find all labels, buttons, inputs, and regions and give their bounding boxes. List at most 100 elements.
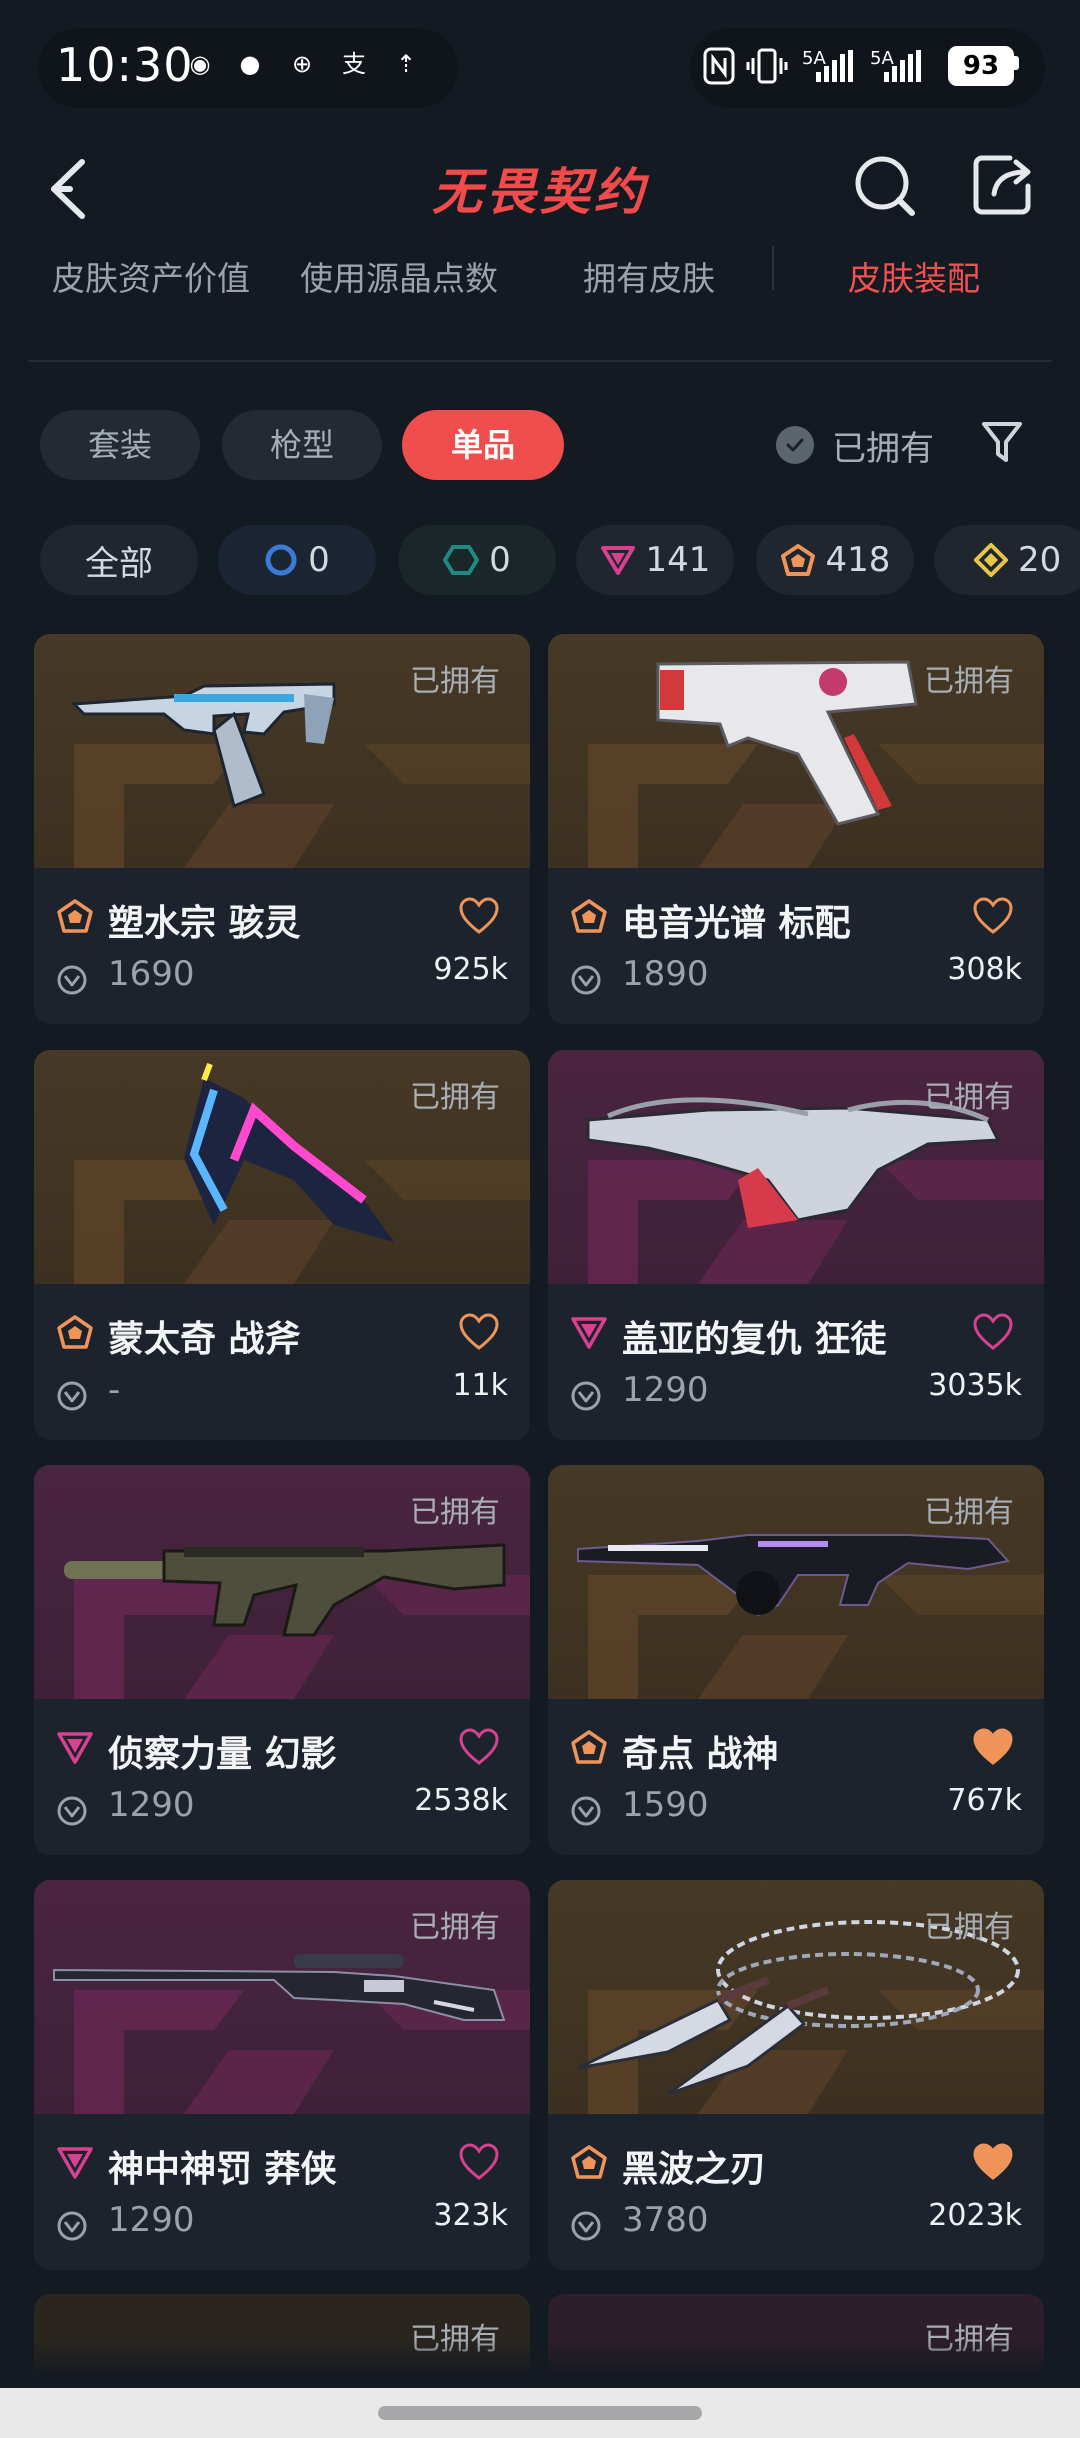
tier-count: 20 <box>1018 540 1062 580</box>
search-icon[interactable] <box>850 150 920 220</box>
skin-name: 黑波之刃 <box>622 2149 767 2190</box>
tier-ultra[interactable]: 20 <box>934 525 1080 595</box>
battery-icon: 93 <box>948 46 1014 86</box>
tier-premium[interactable]: 141 <box>576 525 734 595</box>
tier-count: 0 <box>489 540 511 580</box>
upload-icon: ⇡ <box>395 50 417 78</box>
tab-skin-loadout[interactable]: 皮肤装配 <box>848 252 980 300</box>
tier-count: 0 <box>308 540 330 580</box>
skin-owner-count: 323k <box>433 2198 508 2233</box>
skin-image: 已拥有 <box>548 1880 1044 2114</box>
owned-tag: 已拥有 <box>410 1910 500 1945</box>
skin-price: - <box>108 1370 121 1410</box>
skin-price: 1290 <box>622 1370 709 1410</box>
skin-card[interactable]: 已拥有蒙太奇 战斧 - 11k <box>34 1050 530 1440</box>
skin-card[interactable]: 已拥有侦察力量 幻影 1290 2538k <box>34 1465 530 1855</box>
bank-icon: ⊕ <box>291 50 313 78</box>
alipay-icon: 支 <box>342 50 366 78</box>
skin-image: 已拥有 <box>548 634 1044 868</box>
skin-image: 已拥有 <box>34 634 530 868</box>
nfc-icon <box>703 47 735 85</box>
status-time: 10:30 <box>56 38 194 92</box>
heart-icon[interactable] <box>458 1727 500 1767</box>
exclusive-tier-icon <box>780 544 815 576</box>
owned-toggle[interactable]: 已拥有 <box>776 420 934 470</box>
tier-all-label: 全部 <box>85 543 153 584</box>
home-indicator[interactable] <box>378 2406 702 2420</box>
valorant-points-icon <box>571 965 601 995</box>
share-icon[interactable] <box>968 150 1038 220</box>
skin-price: 3780 <box>622 2200 709 2240</box>
skin-card[interactable]: 已拥有盖亚的复仇 狂徒 1290 3035k <box>548 1050 1044 1440</box>
exclusive-tier-icon <box>571 2145 607 2179</box>
select-tier-icon <box>265 544 297 576</box>
valorant-points-icon <box>57 965 87 995</box>
tab-bar: 皮肤资产价值 使用源晶点数 拥有皮肤 皮肤装配 <box>0 240 1080 310</box>
skin-price: 1590 <box>622 1785 709 1825</box>
exclusive-tier-icon <box>57 1315 93 1349</box>
heart-icon[interactable] <box>972 2142 1014 2182</box>
chip-single-item[interactable]: 单品 <box>402 410 564 480</box>
valorant-points-icon <box>57 1381 87 1411</box>
wechat-icon: ◉ <box>189 50 211 78</box>
skin-price: 1290 <box>108 2200 195 2240</box>
tab-owned-skins[interactable]: 拥有皮肤 <box>583 252 715 300</box>
battery-tip <box>1014 56 1019 70</box>
owned-tag: 已拥有 <box>924 1080 1014 1115</box>
tier-count: 141 <box>645 540 711 580</box>
skin-owner-count: 3035k <box>928 1368 1022 1403</box>
heart-icon[interactable] <box>972 1312 1014 1352</box>
skin-name: 侦察力量 幻影 <box>108 1734 337 1775</box>
chip-weapon-type[interactable]: 枪型 <box>222 410 382 480</box>
skin-price: 1890 <box>622 954 709 994</box>
valorant-points-icon <box>571 1381 601 1411</box>
skin-card[interactable]: 已拥有黑波之刃 3780 2023k <box>548 1880 1044 2270</box>
skin-image: 已拥有 <box>34 1880 530 2114</box>
skin-name: 神中神罚 莽侠 <box>108 2149 337 2190</box>
heart-icon[interactable] <box>458 896 500 936</box>
owned-tag: 已拥有 <box>410 664 500 699</box>
skin-image: 已拥有 <box>34 1050 530 1284</box>
chip-bundle[interactable]: 套装 <box>40 410 200 480</box>
skin-price: 1290 <box>108 1785 195 1825</box>
skin-card[interactable]: 已拥有 电音光谱 标配 1890 308k <box>548 634 1044 1024</box>
skin-image: 已拥有 <box>548 1050 1044 1284</box>
tab-radianite-points[interactable]: 使用源晶点数 <box>300 252 498 300</box>
skin-owner-count: 2023k <box>928 2198 1022 2233</box>
ultra-tier-icon <box>974 543 1008 577</box>
status-bar: 10:30 ◉ ● ⊕ 支 ⇡ 5A 5A 93 <box>0 0 1080 130</box>
skin-card[interactable]: 已拥有 奇点 战神 1590 767k <box>548 1465 1044 1855</box>
tier-deluxe[interactable]: 0 <box>398 525 556 595</box>
premium-tier-icon <box>571 1317 607 1349</box>
deluxe-tier-icon <box>443 545 480 575</box>
divider <box>28 360 1052 362</box>
owned-tag: 已拥有 <box>410 1495 500 1530</box>
tab-skin-asset-value[interactable]: 皮肤资产价值 <box>52 252 250 300</box>
skin-card[interactable]: 已拥有 塑水宗 骇灵 1690 925k <box>34 634 530 1024</box>
heart-icon[interactable] <box>458 1312 500 1352</box>
valorant-points-icon <box>57 2211 87 2241</box>
heart-icon[interactable] <box>972 896 1014 936</box>
skin-owner-count: 2538k <box>414 1783 508 1818</box>
exclusive-tier-icon <box>571 1730 607 1764</box>
exclusive-tier-icon <box>571 899 607 933</box>
funnel-icon[interactable] <box>980 418 1024 468</box>
skin-owner-count: 767k <box>947 1783 1022 1818</box>
skin-image: 已拥有 <box>34 1465 530 1699</box>
owned-tag: 已拥有 <box>924 1495 1014 1530</box>
skin-card[interactable]: 已拥有神中神罚 莽侠 1290 323k <box>34 1880 530 2270</box>
skin-name: 电音光谱 标配 <box>622 903 851 944</box>
owned-tag: 已拥有 <box>924 664 1014 699</box>
owned-tag: 已拥有 <box>924 1910 1014 1945</box>
valorant-points-icon <box>57 1796 87 1826</box>
tier-select[interactable]: 0 <box>218 525 376 595</box>
skin-name: 盖亚的复仇 狂徒 <box>622 1319 887 1360</box>
skin-owner-count: 11k <box>452 1368 508 1403</box>
tier-all[interactable]: 全部 <box>40 525 198 595</box>
valorant-points-icon <box>571 2211 601 2241</box>
tier-exclusive[interactable]: 418 <box>756 525 914 595</box>
heart-icon[interactable] <box>972 1727 1014 1767</box>
heart-icon[interactable] <box>458 2142 500 2182</box>
skin-name: 蒙太奇 战斧 <box>108 1319 301 1360</box>
premium-tier-icon <box>57 2147 93 2179</box>
